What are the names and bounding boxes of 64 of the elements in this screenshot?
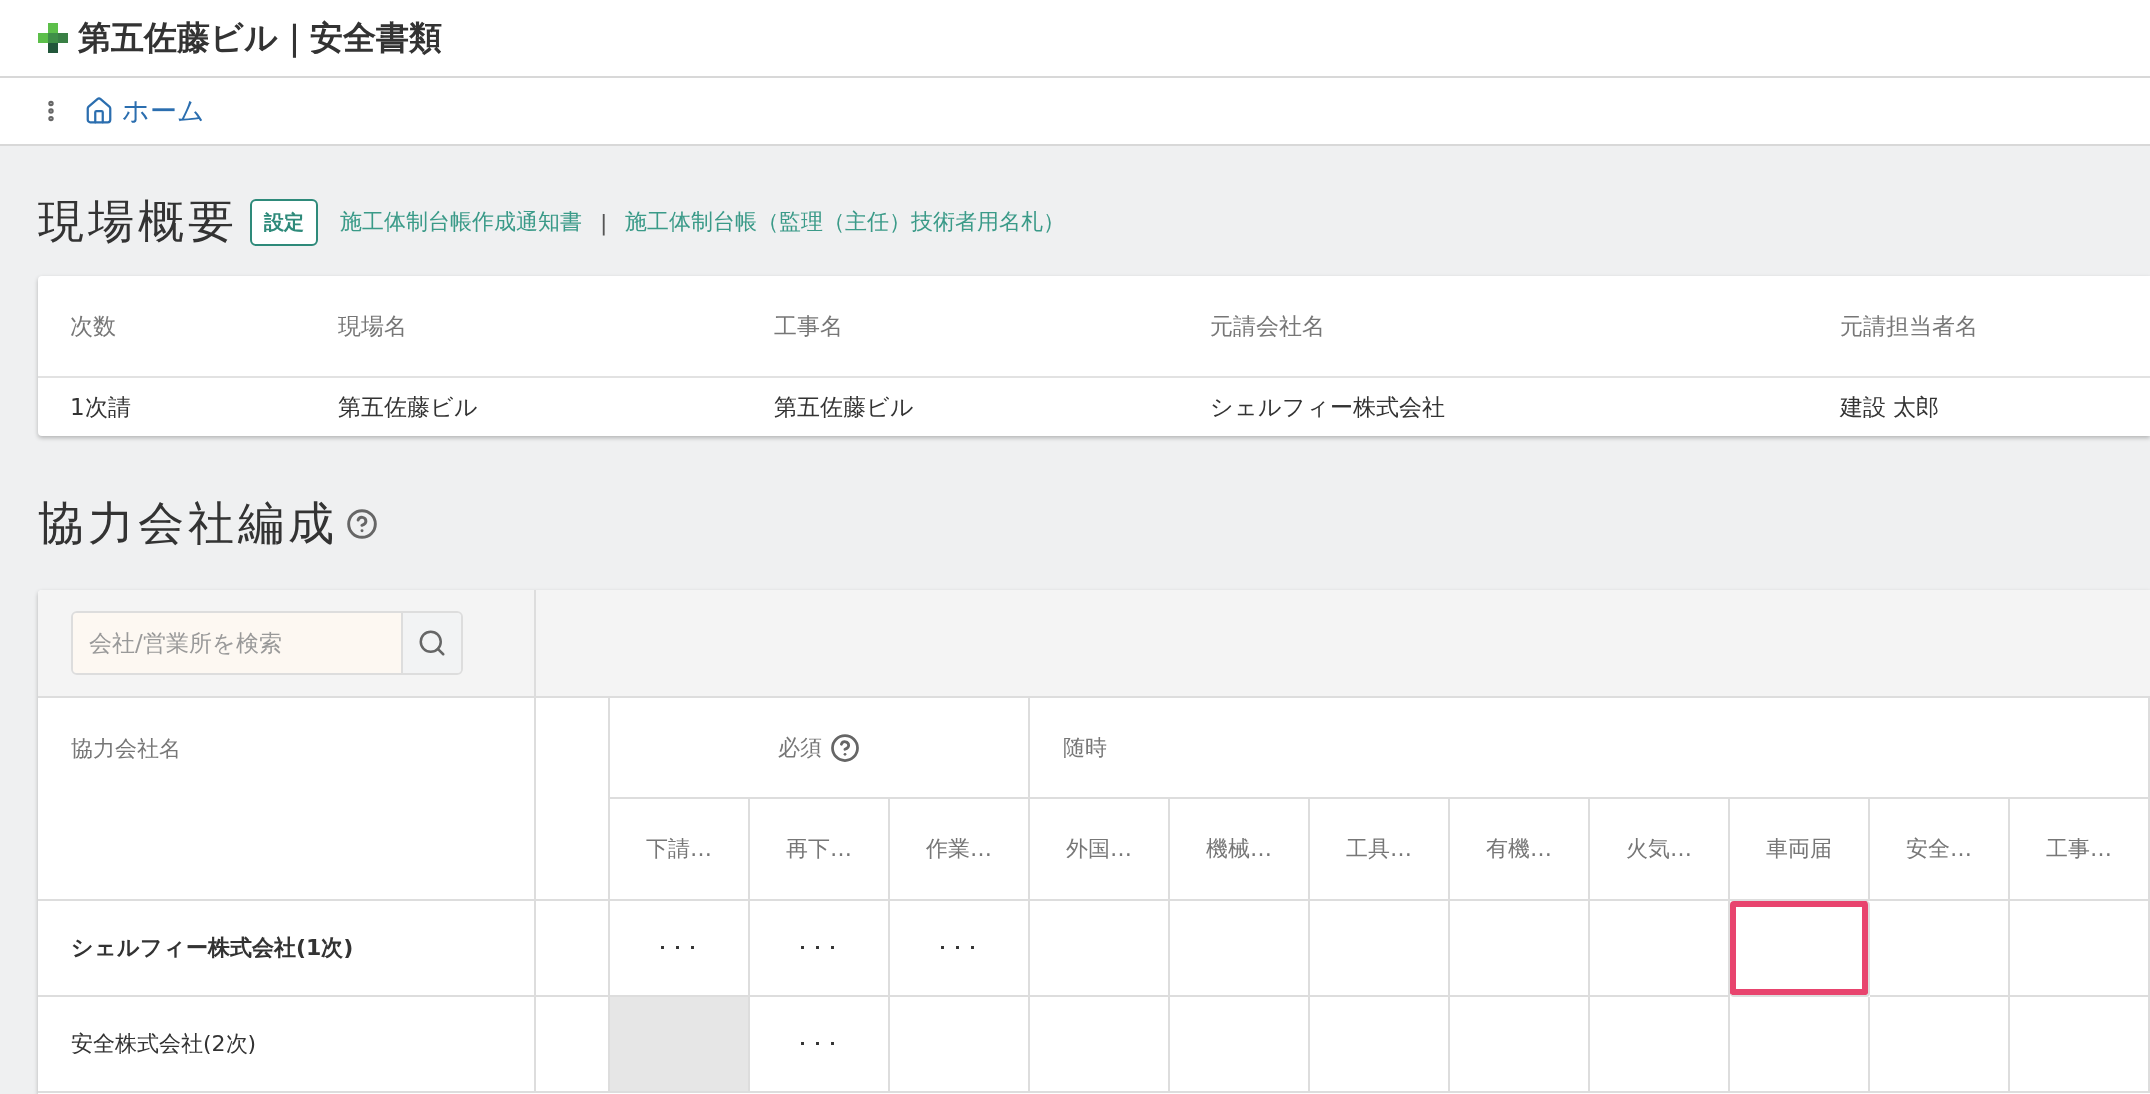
document-cell[interactable] [1450, 997, 1590, 1093]
column-header: 工事名 [773, 311, 844, 341]
more-options[interactable]: ･･･ [796, 1031, 842, 1057]
search-field[interactable]: 会社/営業所を検索 [71, 611, 463, 675]
column-header: 有機… [1450, 799, 1590, 901]
column-header: 元請会社名 [1209, 311, 1326, 341]
document-cell[interactable] [1870, 901, 2010, 997]
column-header: 協力会社名 [38, 698, 536, 901]
document-cell[interactable]: ･･･ [750, 997, 890, 1093]
column-header: 火気… [1590, 799, 1730, 901]
column-header: 下請… [610, 799, 750, 901]
document-cell[interactable] [1730, 997, 1870, 1093]
document-cell[interactable] [1310, 901, 1450, 997]
column-header: 工具… [1310, 799, 1450, 901]
link-separator: | [600, 209, 608, 235]
company-name[interactable]: 安全株式会社(2次) [38, 997, 536, 1093]
home-link[interactable]: ホーム [84, 93, 205, 129]
document-cell[interactable] [1730, 901, 1870, 997]
document-cell[interactable] [2010, 901, 2150, 997]
more-options[interactable]: ･･･ [796, 935, 842, 961]
column-header: 再下… [750, 799, 890, 901]
table-cell-text: 第五佐藤ビル [773, 392, 915, 422]
logo-icon [38, 23, 68, 53]
column-header: 元請担当者名 [1839, 311, 1979, 341]
app-title: 第五佐藤ビル｜安全書類 [78, 16, 442, 60]
help-icon[interactable] [830, 732, 860, 763]
document-cell[interactable] [1030, 901, 1170, 997]
column-header: 機械… [1170, 799, 1310, 901]
document-cell[interactable] [1870, 997, 2010, 1093]
search-button[interactable] [401, 613, 461, 673]
document-cell[interactable] [2010, 997, 2150, 1093]
settings-button[interactable]: 設定 [250, 198, 318, 246]
section-title: 協力会社編成 [38, 495, 338, 552]
column-header: 工事… [2010, 799, 2150, 901]
search-icon [417, 628, 447, 658]
more-options[interactable]: ･･･ [936, 935, 982, 961]
document-cell[interactable] [1030, 997, 1170, 1093]
home-icon [84, 96, 114, 126]
document-cell[interactable] [890, 997, 1030, 1093]
document-cell[interactable]: ･･･ [890, 901, 1030, 997]
column-header: 現場名 [337, 311, 408, 341]
section-title: 現場概要 [38, 193, 238, 250]
column-header: 次数 [69, 311, 117, 341]
column-header: 安全… [1870, 799, 2010, 901]
column-header: 車両届 [1730, 799, 1870, 901]
document-cell[interactable] [1170, 901, 1310, 997]
document-cell[interactable]: ･･･ [610, 901, 750, 997]
help-icon[interactable] [346, 508, 378, 540]
group-label: 随時 [1063, 733, 1107, 762]
document-cell[interactable] [1450, 901, 1590, 997]
document-cell[interactable]: ･･･ [750, 901, 890, 997]
document-cell[interactable] [1590, 901, 1730, 997]
table-cell-text: 1次請 [69, 392, 132, 422]
table-cell-text: シェルフィー株式会社 [1209, 392, 1446, 422]
column-header: 作業… [890, 799, 1030, 901]
table-cell-text: 第五佐藤ビル [337, 392, 479, 422]
column-header: 外国… [1030, 799, 1170, 901]
document-cell[interactable] [1590, 997, 1730, 1093]
table-cell-text: 建設 太郎 [1839, 392, 1941, 422]
company-name[interactable]: シェルフィー株式会社(1次) [38, 901, 536, 997]
document-cell[interactable] [1170, 997, 1310, 1093]
document-cell[interactable] [1310, 997, 1450, 1093]
group-label: 必須 [778, 733, 822, 762]
more-options[interactable]: ･･･ [656, 935, 702, 961]
